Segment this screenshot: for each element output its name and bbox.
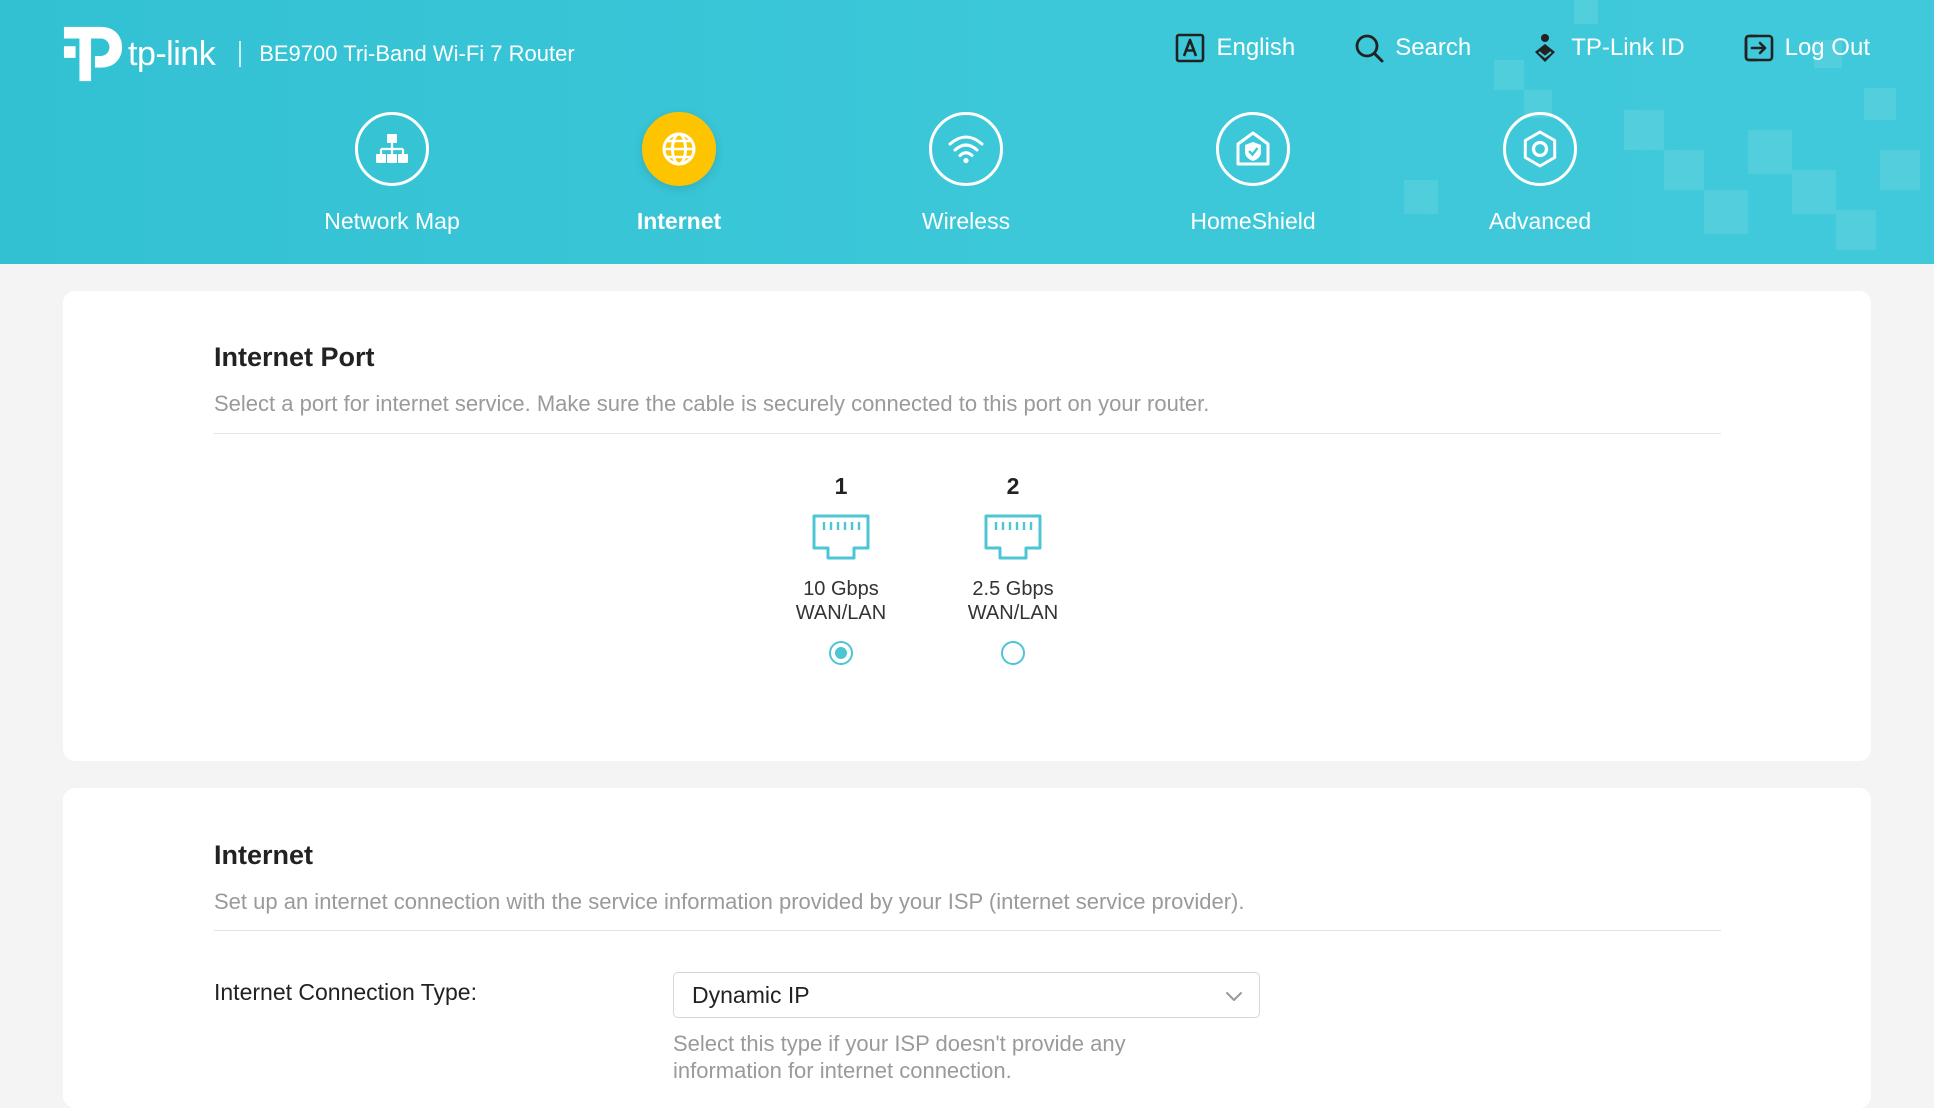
- internet-description: Set up an internet connection with the s…: [214, 889, 1245, 914]
- connection-type-label: Internet Connection Type:: [214, 979, 477, 1005]
- port-option-1[interactable]: 1 10 Gbps WAN/LAN: [761, 473, 921, 665]
- nav-label-advanced: Advanced: [1488, 208, 1592, 234]
- ethernet-port-icon: [984, 514, 1042, 560]
- gear-icon: [1523, 130, 1557, 168]
- search-icon: [1355, 34, 1384, 63]
- network-map-icon: [376, 134, 408, 163]
- tplink-id-icon: [1535, 34, 1556, 62]
- port-speed: 10 Gbps: [803, 578, 879, 600]
- language-label: English: [1216, 34, 1296, 61]
- nav-item-network-map[interactable]: Network Map: [292, 112, 492, 235]
- top-actions: English Search TP-Link ID Log Out: [1174, 32, 1870, 64]
- wifi-icon: [948, 135, 984, 164]
- main-nav: Network Map Internet Wireless HomeShield…: [0, 112, 1934, 252]
- logout-button[interactable]: Log Out: [1743, 32, 1870, 64]
- connection-type-select[interactable]: Dynamic IP: [673, 972, 1260, 1018]
- port-number: 1: [834, 473, 848, 499]
- header: tp-link BE9700 Tri-Band Wi-Fi 7 Router E…: [0, 0, 1934, 264]
- port-speed: 2.5 Gbps: [972, 578, 1054, 600]
- internet-card: Internet Set up an internet connection w…: [63, 788, 1871, 1108]
- nav-label-internet: Internet: [636, 208, 722, 234]
- brand-logo-text: tp-link: [128, 34, 216, 73]
- tplink-id-label: TP-Link ID: [1571, 34, 1685, 61]
- logout-label: Log Out: [1784, 34, 1870, 61]
- brand-separator: [239, 41, 242, 67]
- internet-divider: [214, 930, 1721, 931]
- internet-title: Internet: [214, 840, 314, 870]
- search-button[interactable]: Search: [1353, 32, 1471, 64]
- nav-label-network-map: Network Map: [324, 208, 460, 234]
- internet-port-divider: [214, 433, 1721, 434]
- internet-port-card: Internet Port Select a port for internet…: [63, 291, 1871, 761]
- port-type: WAN/LAN: [967, 602, 1059, 624]
- nav-item-wireless[interactable]: Wireless: [866, 112, 1066, 235]
- chevron-down-icon: [1226, 992, 1242, 1001]
- logout-icon: [1744, 34, 1773, 62]
- tplink-logo-icon: [63, 26, 123, 82]
- nav-item-advanced[interactable]: Advanced: [1440, 112, 1640, 235]
- ethernet-port-icon: [812, 514, 870, 560]
- tplink-id-button[interactable]: TP-Link ID: [1529, 32, 1685, 64]
- brand: tp-link BE9700 Tri-Band Wi-Fi 7 Router: [62, 18, 575, 90]
- port-2-radio[interactable]: [1001, 641, 1025, 665]
- connection-type-value: Dynamic IP: [692, 981, 810, 1008]
- port-1-radio[interactable]: [829, 641, 853, 665]
- connection-type-hint: Select this type if your ISP doesn't pro…: [673, 1031, 1126, 1083]
- search-label: Search: [1395, 34, 1472, 61]
- port-number: 2: [1006, 473, 1020, 499]
- internet-port-title: Internet Port: [214, 342, 375, 372]
- homeshield-icon: [1236, 131, 1270, 166]
- globe-icon: [662, 132, 696, 166]
- port-option-2[interactable]: 2 2.5 Gbps WAN/LAN: [933, 473, 1093, 665]
- language-button[interactable]: English: [1174, 32, 1295, 64]
- language-icon: [1176, 33, 1205, 63]
- router-model: BE9700 Tri-Band Wi-Fi 7 Router: [259, 41, 575, 66]
- internet-port-description: Select a port for internet service. Make…: [214, 391, 1210, 416]
- nav-item-internet[interactable]: Internet: [579, 112, 779, 235]
- port-type: WAN/LAN: [795, 602, 887, 624]
- nav-label-homeshield: HomeShield: [1190, 208, 1316, 234]
- nav-label-wireless: Wireless: [921, 208, 1011, 234]
- nav-item-homeshield[interactable]: HomeShield: [1153, 112, 1353, 235]
